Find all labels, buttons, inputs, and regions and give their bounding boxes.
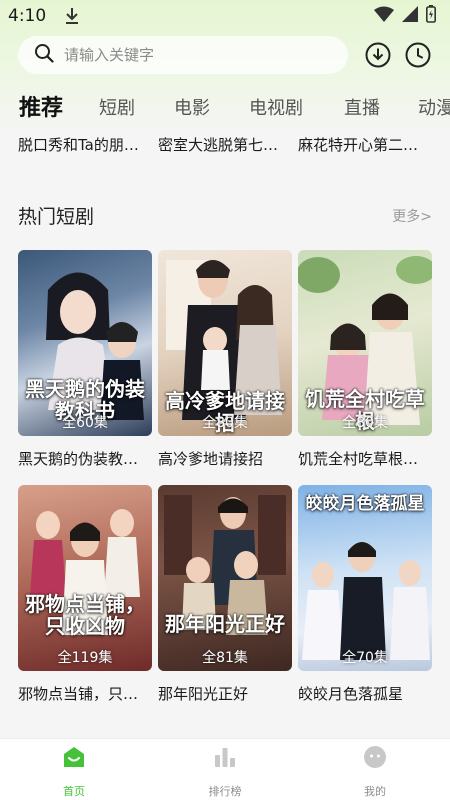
card-title[interactable]: 高冷爹地请接招: [158, 448, 292, 469]
more-link[interactable]: 更多>: [392, 206, 432, 226]
card-title[interactable]: 皎皎月色落孤星: [298, 683, 432, 704]
drama-card[interactable]: 皎皎月色落孤星 全70集 皎皎月色落孤星: [298, 485, 432, 704]
tab-anime[interactable]: 动漫: [418, 94, 450, 120]
drama-card[interactable]: 那年阳光正好 全81集 那年阳光正好: [158, 485, 292, 704]
poster-art: [164, 495, 286, 635]
episode-count: 全80集: [202, 415, 248, 431]
status-icons: [374, 4, 436, 28]
tab-tv-series[interactable]: 电视剧: [249, 94, 303, 120]
tab-live[interactable]: 直播: [344, 94, 380, 120]
poster-title-art: 皎皎月色落孤星: [305, 494, 425, 514]
poster-image[interactable]: 那年阳光正好 全81集: [158, 485, 292, 671]
profile-icon: [363, 745, 387, 769]
poster-title-art: 邪物点当铺，只收凶物: [25, 592, 145, 638]
section-title: 热门短剧: [18, 206, 95, 228]
poster-title-art: 那年阳光正好: [165, 612, 285, 636]
drama-card[interactable]: 高冷爹地请接招 全80集 高冷爹地请接招: [158, 250, 292, 469]
history-clock-icon[interactable]: [405, 42, 431, 68]
episode-count: 全70集: [342, 650, 388, 666]
drama-card[interactable]: 黑天鹅的伪装教科书 全60集 黑天鹅的伪装教…: [18, 250, 152, 469]
nav-home[interactable]: 首页: [34, 745, 114, 799]
home-icon: [62, 745, 86, 769]
bottom-nav: 首页 排行榜 我的: [0, 738, 450, 800]
poster-art: [30, 509, 140, 635]
episode-count: 全119集: [57, 650, 113, 666]
list-item-title[interactable]: 麻花特开心第二…: [298, 134, 432, 155]
tab-recommend[interactable]: 推荐: [19, 90, 63, 122]
nav-label: 首页: [63, 785, 85, 798]
ranking-icon: [213, 745, 237, 769]
section-header: 热门短剧 更多>: [18, 202, 432, 230]
nav-ranking[interactable]: 排行榜: [185, 745, 265, 799]
poster-image[interactable]: 皎皎月色落孤星 全70集: [298, 485, 432, 671]
download-circle-icon[interactable]: [365, 42, 391, 68]
card-title[interactable]: 饥荒全村吃草根…: [298, 448, 432, 469]
previous-row-titles: 脱口秀和Ta的朋… 密室大逃脱第七… 麻花特开心第二…: [0, 134, 450, 160]
poster-image[interactable]: 黑天鹅的伪装教科书 全60集: [18, 250, 152, 436]
card-title[interactable]: 邪物点当铺，只…: [18, 683, 152, 704]
card-title[interactable]: 黑天鹅的伪装教…: [18, 448, 152, 469]
poster-image[interactable]: 饥荒全村吃草根 全80集: [298, 250, 432, 436]
episode-count: 全81集: [202, 650, 248, 666]
poster-image[interactable]: 邪物点当铺，只收凶物 全119集: [18, 485, 152, 671]
episode-count: 全60集: [62, 415, 108, 431]
search-icon: [34, 43, 54, 67]
category-tabs: 推荐 短剧 电影 电视剧 直播 动漫: [0, 86, 450, 126]
search-input[interactable]: [64, 46, 314, 64]
list-item-title[interactable]: 密室大逃脱第七…: [158, 134, 292, 155]
poster-image[interactable]: 高冷爹地请接招 全80集: [158, 250, 292, 436]
drama-card[interactable]: 饥荒全村吃草根 全80集 饥荒全村吃草根…: [298, 250, 432, 469]
nav-label: 我的: [364, 785, 386, 798]
tab-short-drama[interactable]: 短剧: [99, 94, 135, 120]
search-box[interactable]: [18, 36, 348, 74]
nav-label: 排行榜: [208, 785, 242, 798]
download-icon: [64, 7, 80, 25]
tab-movie[interactable]: 电影: [174, 94, 210, 120]
drama-card[interactable]: 邪物点当铺，只收凶物 全119集 邪物点当铺，只…: [18, 485, 152, 704]
list-item-title[interactable]: 脱口秀和Ta的朋…: [18, 134, 152, 155]
signal-icon: [402, 5, 418, 27]
status-time: 4:10: [8, 6, 47, 26]
wifi-icon: [374, 6, 394, 27]
episode-count: 全80集: [342, 415, 388, 431]
nav-profile[interactable]: 我的: [335, 745, 415, 799]
battery-icon: [426, 4, 436, 28]
status-bar: 4:10: [0, 0, 450, 32]
card-title[interactable]: 那年阳光正好: [158, 683, 292, 704]
